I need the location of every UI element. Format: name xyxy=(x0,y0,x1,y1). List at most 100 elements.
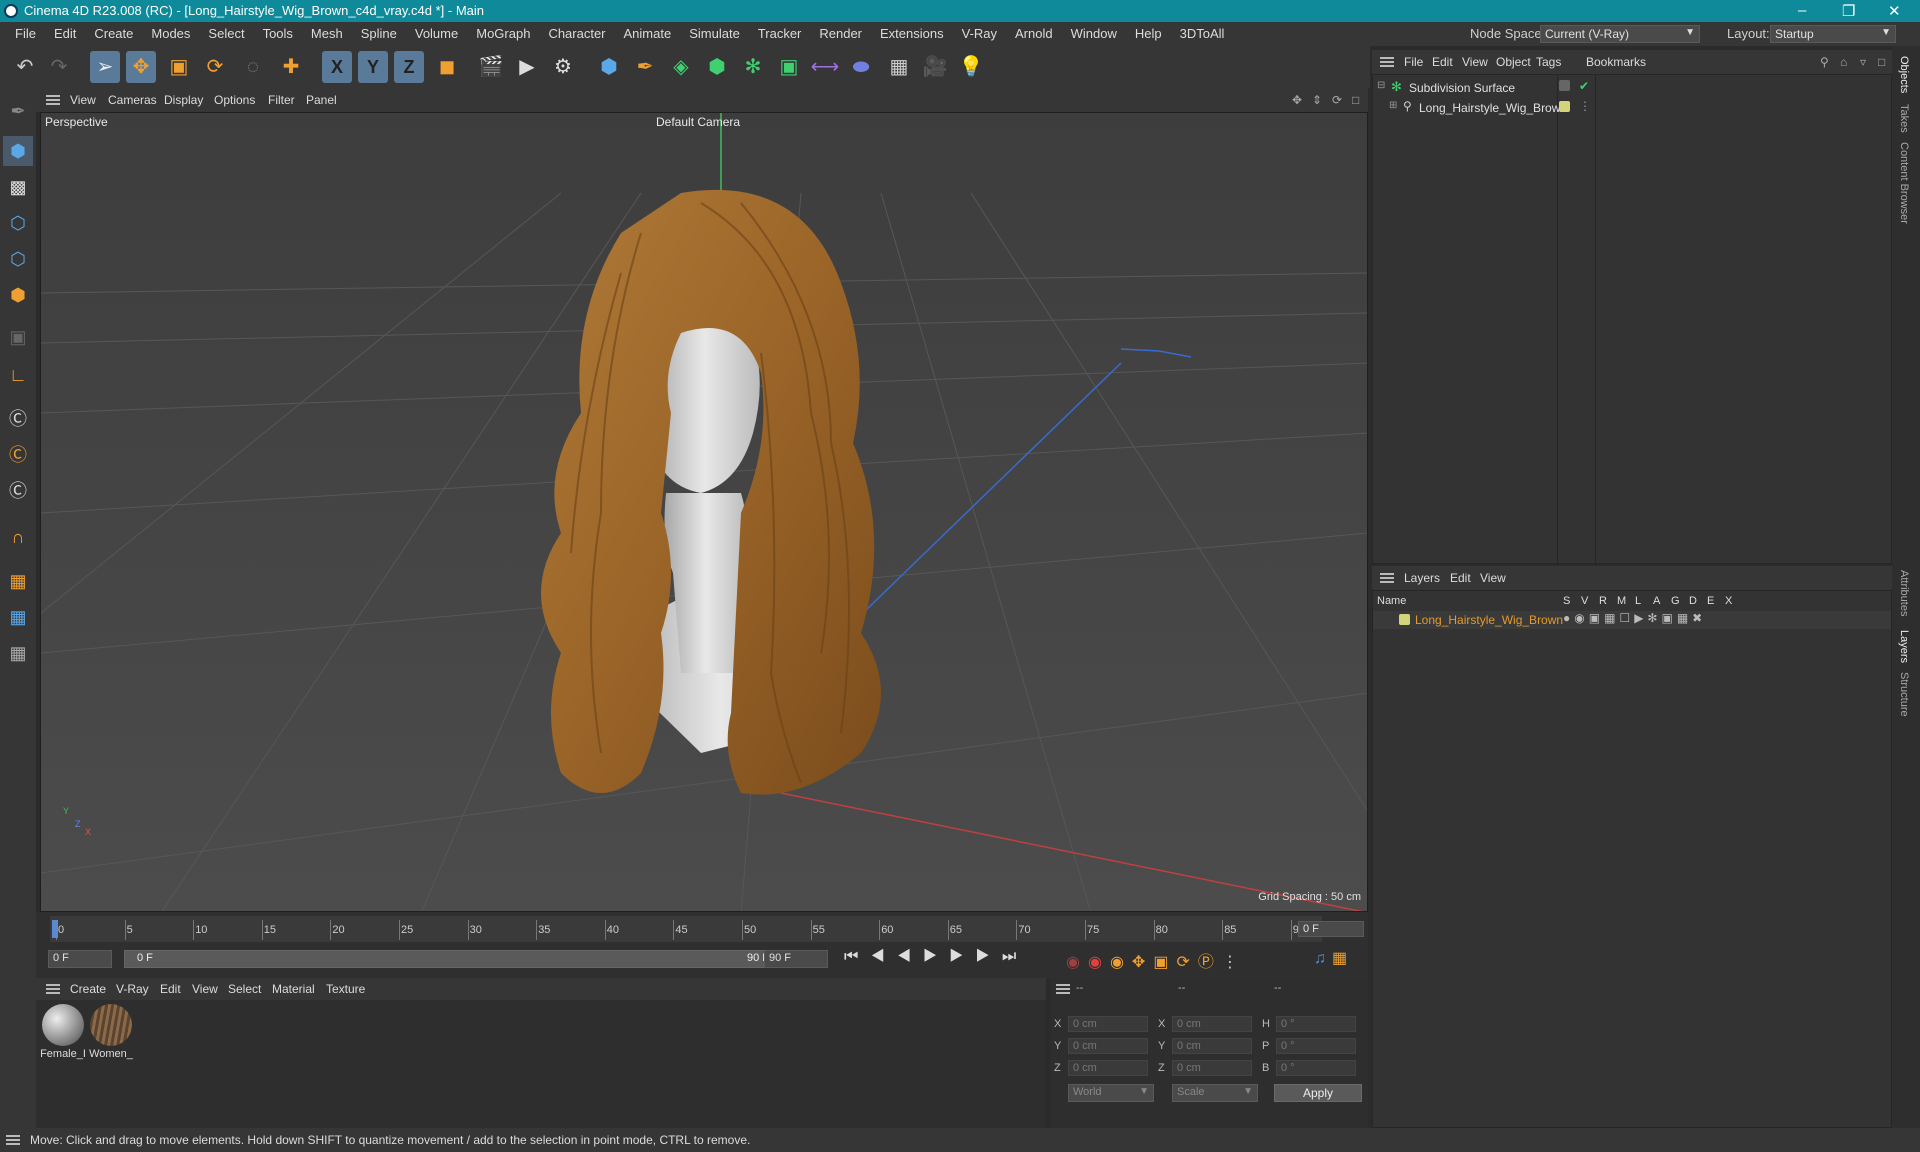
step-back-icon[interactable]: ◀ xyxy=(897,948,923,965)
node-space-dropdown[interactable]: Current (V-Ray) ▼ xyxy=(1540,25,1700,43)
material-menu-select[interactable]: Select xyxy=(228,982,261,996)
layer-column-v[interactable]: V xyxy=(1581,595,1588,607)
manager-icon[interactable]: ▦ xyxy=(1604,611,1619,625)
size-x-field[interactable]: 0 cm xyxy=(1172,1016,1252,1032)
cloner-icon[interactable]: ✻ xyxy=(738,51,768,83)
hamburger-icon[interactable] xyxy=(1056,984,1070,994)
menu-window[interactable]: Window xyxy=(1062,26,1126,41)
visibility-dots-icon[interactable]: ⋮ xyxy=(1579,99,1591,113)
redo-icon[interactable]: ↷ xyxy=(44,51,74,83)
menu-help[interactable]: Help xyxy=(1126,26,1171,41)
key-param-icon[interactable]: Ⓟ xyxy=(1198,954,1222,971)
step-forward-icon[interactable]: ▶ xyxy=(949,948,975,965)
hamburger-icon[interactable] xyxy=(1380,573,1394,583)
position-y-field[interactable]: 0 cm xyxy=(1068,1038,1148,1054)
menu-spline[interactable]: Spline xyxy=(352,26,406,41)
pen-icon[interactable]: ✒ xyxy=(630,51,660,83)
apply-button[interactable]: Apply xyxy=(1274,1084,1362,1102)
material-menu-edit[interactable]: Edit xyxy=(160,982,181,996)
home-icon[interactable]: ⌂ xyxy=(1840,55,1847,69)
layer-menu-view[interactable]: View xyxy=(1480,571,1506,585)
viewport-rotate-icon[interactable]: ⟳ xyxy=(1332,93,1342,107)
point-mode-icon[interactable]: ⬡ xyxy=(3,208,33,238)
material-swatch[interactable]: Female_I xyxy=(40,1004,86,1060)
record-icon[interactable]: ◉ xyxy=(1088,954,1110,971)
array-icon[interactable]: ▣ xyxy=(774,51,804,83)
floor-icon[interactable]: ▦ xyxy=(884,51,914,83)
record-disabled-icon[interactable]: ◉ xyxy=(1066,954,1088,971)
menu-edit[interactable]: Edit xyxy=(45,26,85,41)
symmetry-icon[interactable]: ⟷ xyxy=(810,51,840,83)
viewport-move-icon[interactable]: ✥ xyxy=(1292,93,1302,107)
material-swatch[interactable]: Women_ xyxy=(88,1004,134,1060)
layer-color-icon[interactable] xyxy=(1559,101,1570,112)
viewport-zoom-icon[interactable]: ⇕ xyxy=(1312,93,1322,107)
material-menu-create[interactable]: Create xyxy=(70,982,106,996)
material-menu-texture[interactable]: Texture xyxy=(326,982,365,996)
menu-create[interactable]: Create xyxy=(85,26,142,41)
close-button[interactable]: ✕ xyxy=(1888,2,1901,20)
hamburger-icon[interactable] xyxy=(46,95,60,105)
sound-icon[interactable]: ♫ xyxy=(1314,950,1332,967)
layer-tag-icon[interactable] xyxy=(1559,80,1570,91)
layer-column-d[interactable]: D xyxy=(1689,595,1697,607)
hamburger-icon[interactable] xyxy=(46,984,60,994)
start-frame-field[interactable]: 0 F xyxy=(48,950,112,968)
render-icon[interactable]: ▣ xyxy=(1589,611,1604,625)
object-menu-bookmarks[interactable]: Bookmarks xyxy=(1586,55,1646,69)
timeline-ruler[interactable]: 051015202530354045505560657075808590 xyxy=(50,916,1322,942)
search-icon[interactable]: ⚲ xyxy=(1820,55,1829,69)
menu-tools[interactable]: Tools xyxy=(254,26,302,41)
viewport-menu-cameras[interactable]: Cameras xyxy=(108,93,157,107)
key-scale-icon[interactable]: ▣ xyxy=(1153,954,1176,971)
layer-color-icon[interactable] xyxy=(1399,614,1410,625)
previous-key-icon[interactable]: ◀ xyxy=(870,948,896,965)
hamburger-icon[interactable] xyxy=(1380,57,1394,67)
snap-settings-icon[interactable]: Ⓒ xyxy=(3,440,33,470)
menu-3dtoall[interactable]: 3DToAll xyxy=(1171,26,1234,41)
layer-menu-layers[interactable]: Layers xyxy=(1404,571,1440,585)
collapse-icon[interactable]: ⊟ xyxy=(1377,80,1385,91)
tab-content-browser[interactable]: Content Browser xyxy=(1898,142,1910,224)
range-slider[interactable]: 0 F 90 F xyxy=(124,950,784,968)
perspective-viewport[interactable]: Perspective Default Camera Grid Spacing … xyxy=(40,112,1368,912)
next-key-icon[interactable]: ▶ xyxy=(976,948,1002,965)
camera-name[interactable]: Default Camera xyxy=(656,115,740,129)
autokey-icon[interactable]: ◉ xyxy=(1110,954,1132,971)
rotation-p-field[interactable]: 0 ° xyxy=(1276,1038,1356,1054)
snap-icon[interactable]: Ⓒ xyxy=(3,404,33,434)
axis-mode-icon[interactable]: ∟ xyxy=(3,360,33,390)
deformer-icon[interactable]: ▣ xyxy=(1661,611,1676,625)
end-frame-field[interactable]: 90 F xyxy=(764,950,828,968)
expand-icon[interactable]: ⊞ xyxy=(1389,100,1397,111)
new-window-icon[interactable]: □ xyxy=(1878,55,1885,69)
menu-arnold[interactable]: Arnold xyxy=(1006,26,1062,41)
layer-column-a[interactable]: A xyxy=(1653,595,1660,607)
subdivision-icon[interactable]: ◈ xyxy=(666,51,696,83)
viewport-maximize-icon[interactable]: □ xyxy=(1352,93,1359,107)
viewport-menu-display[interactable]: Display xyxy=(164,93,203,107)
animation-icon[interactable]: ▶ xyxy=(1634,611,1647,625)
layer-column-m[interactable]: M xyxy=(1617,595,1626,607)
paint-icon[interactable]: ✒ xyxy=(3,96,33,126)
menu-volume[interactable]: Volume xyxy=(406,26,467,41)
light-icon[interactable]: 💡 xyxy=(956,51,986,83)
position-z-field[interactable]: 0 cm xyxy=(1068,1060,1148,1076)
z-axis-icon[interactable]: Z xyxy=(394,51,424,83)
menu-extensions[interactable]: Extensions xyxy=(871,26,953,41)
layout-dropdown[interactable]: Startup ▼ xyxy=(1770,25,1896,43)
rotation-h-field[interactable]: 0 ° xyxy=(1276,1016,1356,1032)
grid-plane-icon[interactable]: ▦ xyxy=(3,566,33,596)
texture-mode-icon[interactable]: ▩ xyxy=(3,172,33,202)
model-mode-icon[interactable]: ⬢ xyxy=(3,136,33,166)
material-menu-vray[interactable]: V-Ray xyxy=(116,982,149,996)
play-icon[interactable]: ▶ xyxy=(923,948,949,965)
render-view-icon[interactable]: ▶ xyxy=(512,51,542,83)
menu-mesh[interactable]: Mesh xyxy=(302,26,352,41)
current-frame-field[interactable]: 0 F xyxy=(1298,921,1364,937)
polygon-mode-icon[interactable]: ⬢ xyxy=(3,280,33,310)
layer-name[interactable]: Long_Hairstyle_Wig_Brown xyxy=(1415,613,1563,627)
camera-icon[interactable]: 🎥 xyxy=(920,51,950,83)
menu-file[interactable]: File xyxy=(6,26,45,41)
size-mode-dropdown[interactable]: Scale ▼ xyxy=(1172,1084,1258,1102)
